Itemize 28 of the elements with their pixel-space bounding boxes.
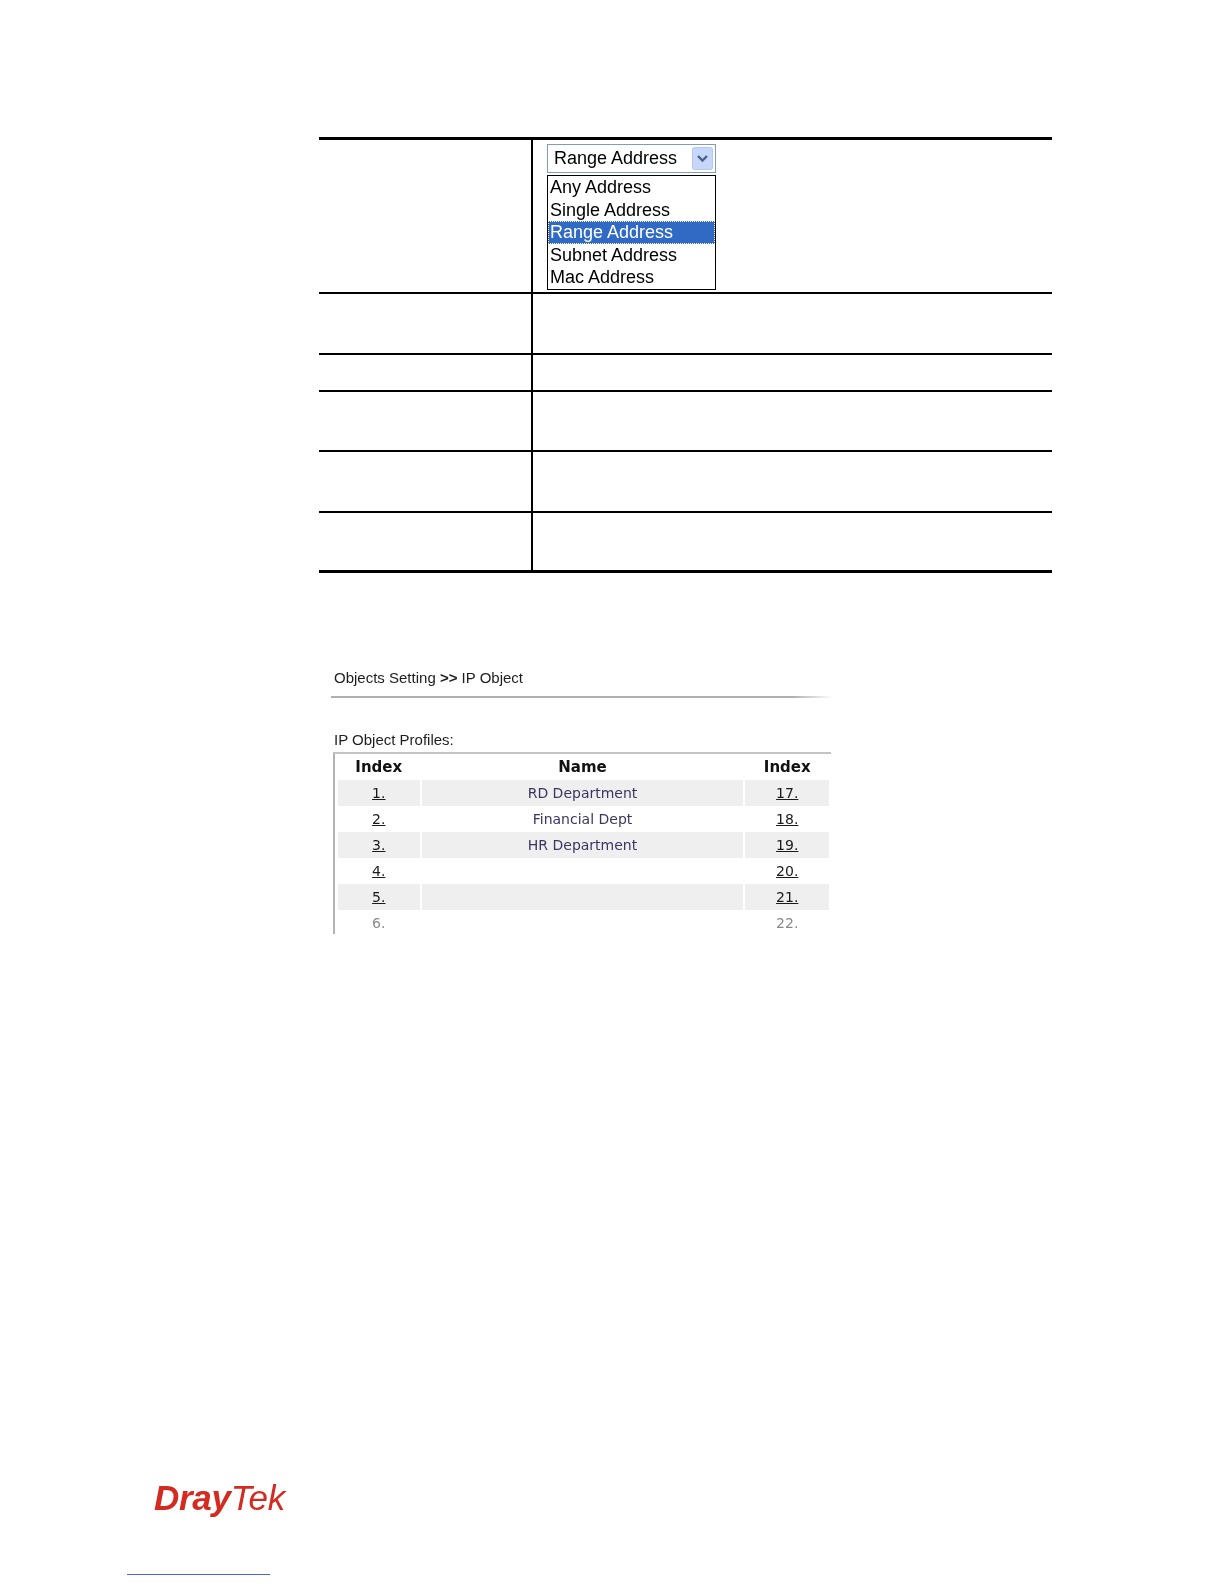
index-link[interactable]: 3. xyxy=(372,836,386,853)
brand-logo: DrayTek xyxy=(154,1478,285,1517)
index-link[interactable]: 21. xyxy=(776,888,799,905)
index-link[interactable]: 17. xyxy=(776,784,799,801)
index-link[interactable]: 1. xyxy=(372,784,386,801)
index-link[interactable]: 5. xyxy=(372,888,386,905)
dropdown-option[interactable]: Mac Address xyxy=(548,266,715,289)
dropdown-option[interactable]: Any Address xyxy=(548,176,715,199)
section-title: IP Object Profiles: xyxy=(333,731,455,749)
chevron-down-icon[interactable] xyxy=(692,147,713,170)
index-link[interactable]: 22. xyxy=(776,914,799,931)
address-type-select[interactable]: Range Address xyxy=(547,144,716,173)
dropdown-option[interactable]: Subnet Address xyxy=(548,243,715,267)
table-cell: HR Department xyxy=(421,832,744,858)
breadcrumb: Objects Setting >> IP Object xyxy=(333,669,524,687)
index-link[interactable]: 2. xyxy=(372,810,386,827)
table-cell-text: Financial Dept xyxy=(531,809,634,829)
index-link[interactable]: 4. xyxy=(372,862,386,879)
index-link[interactable]: 18. xyxy=(776,810,799,827)
index-link[interactable]: 19. xyxy=(776,836,799,853)
table-cell: RD Department xyxy=(421,780,744,806)
column-header: Index xyxy=(762,756,812,778)
column-header: Name xyxy=(557,756,608,778)
index-link[interactable]: 20. xyxy=(776,862,799,879)
dropdown-option[interactable]: Range Address xyxy=(548,221,715,244)
column-header: Index xyxy=(354,756,404,778)
index-link[interactable]: 6. xyxy=(372,914,386,931)
dropdown-option[interactable]: Single Address xyxy=(548,198,715,222)
